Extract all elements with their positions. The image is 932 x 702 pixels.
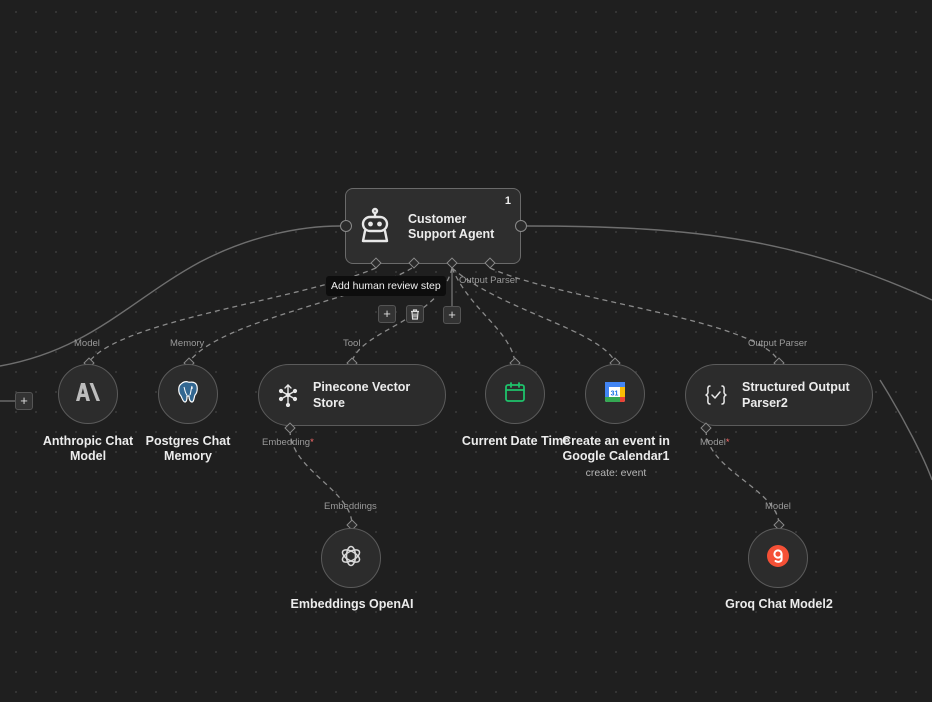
agent-badge: 1 bbox=[504, 195, 511, 207]
agent-output-parser-label: Output Parser bbox=[459, 275, 519, 286]
postgres-chat-memory-node[interactable] bbox=[158, 364, 218, 424]
groq-logo-icon bbox=[766, 544, 790, 573]
far-right-connection bbox=[879, 379, 932, 481]
structured-output-parser-node[interactable]: Structured Output Parser2 bbox=[685, 364, 873, 426]
anthropic-title: Anthropic Chat Model bbox=[42, 434, 134, 463]
pinecone-port-label: Tool bbox=[343, 338, 361, 349]
anthropic-logo-icon bbox=[76, 382, 100, 406]
google-calendar-node[interactable]: 31 bbox=[585, 364, 645, 424]
add-human-review-button[interactable]: + bbox=[378, 305, 396, 323]
customer-support-agent-node[interactable]: Customer Support Agent 1 bbox=[345, 188, 521, 264]
gcal-subtitle: create: event bbox=[585, 467, 647, 479]
main-output-connection bbox=[526, 225, 932, 301]
postgres-port-label: Memory bbox=[170, 338, 205, 349]
embeddings-openai-node[interactable] bbox=[321, 528, 381, 588]
structured-port-label: Output Parser bbox=[748, 338, 808, 349]
agent-output-handle[interactable] bbox=[515, 220, 527, 232]
groq-title: Groq Chat Model2 bbox=[725, 597, 833, 611]
left-add-button[interactable]: + bbox=[15, 392, 33, 410]
pinecone-icon bbox=[277, 383, 299, 408]
human-review-tooltip: Add human review step bbox=[326, 276, 446, 296]
postgres-title: Postgres Chat Memory bbox=[145, 434, 231, 463]
openai-logo-icon bbox=[338, 543, 364, 574]
structured-title: Structured Output Parser2 bbox=[742, 380, 850, 410]
google-calendar-icon: 31 bbox=[603, 380, 627, 409]
trash-icon bbox=[410, 308, 420, 323]
delete-connection-button[interactable] bbox=[406, 305, 424, 323]
groq-port-label: Model bbox=[765, 501, 791, 512]
groq-chat-model-node[interactable] bbox=[748, 528, 808, 588]
robot-icon bbox=[358, 207, 392, 248]
openai-port-label: Embeddings bbox=[324, 501, 377, 512]
anthropic-port-label: Model bbox=[74, 338, 100, 349]
openai-title: Embeddings OpenAI bbox=[290, 597, 414, 611]
calendar-icon bbox=[504, 381, 526, 408]
structured-model-label: Model* bbox=[700, 437, 730, 448]
tool-add-button[interactable]: + bbox=[443, 306, 461, 324]
agent-title: Customer Support Agent bbox=[408, 212, 495, 241]
anthropic-chat-model-node[interactable] bbox=[58, 364, 118, 424]
current-date-time-node[interactable] bbox=[485, 364, 545, 424]
svg-text:31: 31 bbox=[611, 390, 619, 397]
agent-input-handle[interactable] bbox=[340, 220, 352, 232]
postgres-elephant-icon bbox=[175, 379, 201, 410]
pinecone-embedding-label: Embedding* bbox=[262, 437, 314, 448]
output-parser-connection bbox=[489, 267, 780, 363]
code-braces-check-icon bbox=[704, 384, 728, 406]
pinecone-vector-store-node[interactable]: Pinecone Vector Store bbox=[258, 364, 446, 426]
pinecone-title: Pinecone Vector Store bbox=[313, 380, 411, 410]
gcal-title: Create an event in Google Calendar1 bbox=[562, 434, 670, 463]
